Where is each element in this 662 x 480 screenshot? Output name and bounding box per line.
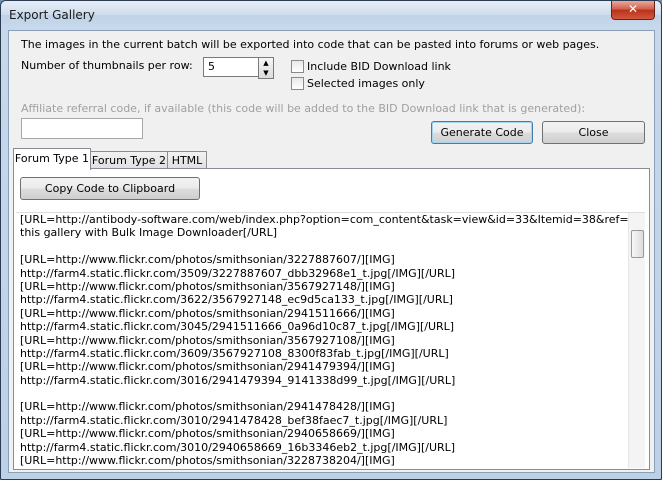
close-button[interactable]: Close <box>542 121 645 144</box>
vertical-scrollbar[interactable] <box>628 213 645 468</box>
tab-html[interactable]: HTML <box>167 151 207 169</box>
thumbnails-value: 5 <box>208 60 215 73</box>
include-bid-checkbox[interactable] <box>291 60 304 73</box>
spin-up-icon[interactable]: ▲ <box>259 58 273 68</box>
code-line: [URL=http://www.flickr.com/photos/smiths… <box>20 279 395 293</box>
code-line: http://farm4.static.flickr.com/3609/3567… <box>20 346 449 360</box>
description-text: The images in the current batch will be … <box>21 38 600 51</box>
code-line: http://farm4.static.flickr.com/3622/3567… <box>20 293 453 307</box>
copy-to-clipboard-button[interactable]: Copy Code to Clipboard <box>20 177 200 200</box>
thumbnails-spinner[interactable]: ▲ ▼ <box>258 57 274 79</box>
scrollbar-thumb[interactable] <box>631 230 644 258</box>
code-output-textarea[interactable]: [URL=http://antibody-software.com/web/in… <box>16 212 645 468</box>
code-line: [URL=http://www.flickr.com/photos/smiths… <box>20 333 395 347</box>
code-line: http://farm4.static.flickr.com/3045/2941… <box>20 320 455 334</box>
title-bar[interactable]: Export Gallery ✕ <box>1 1 661 29</box>
code-line: [URL=http://www.flickr.com/photos/smiths… <box>20 427 395 441</box>
dialog-body: The images in the current batch will be … <box>8 30 655 473</box>
code-line: [URL=http://www.flickr.com/photos/smiths… <box>20 360 395 374</box>
code-line: [URL=http://antibody-software.com/web/in… <box>20 213 645 226</box>
code-line: [URL=http://www.flickr.com/photos/smiths… <box>20 253 395 267</box>
affiliate-label: Affiliate referral code, if available (t… <box>21 102 586 115</box>
tab-forum-type-2[interactable]: Forum Type 2 <box>90 151 168 169</box>
code-line: http://farm4.static.flickr.com/3016/2941… <box>20 373 456 387</box>
code-line: http://farm4.static.flickr.com/3010/2940… <box>20 440 456 454</box>
forum-type-1-panel: Copy Code to Clipboard [URL=http://antib… <box>13 168 650 470</box>
thumbnails-label: Number of thumbnails per row: <box>21 59 193 72</box>
selected-only-checkbox[interactable] <box>291 77 304 90</box>
code-line: http://farm4.static.flickr.com/3509/3227… <box>20 266 456 280</box>
window-close-button[interactable]: ✕ <box>611 1 655 20</box>
code-line: [URL=http://www.flickr.com/photos/smiths… <box>20 400 395 414</box>
code-line: this gallery with Bulk Image Downloader[… <box>20 226 278 240</box>
generate-code-button[interactable]: Generate Code <box>431 121 533 144</box>
selected-only-label[interactable]: Selected images only <box>307 77 425 90</box>
code-line: [URL=http://www.flickr.com/photos/smiths… <box>20 454 395 468</box>
spin-down-icon[interactable]: ▼ <box>259 68 273 78</box>
affiliate-code-input[interactable] <box>21 118 143 139</box>
export-gallery-window: Export Gallery ✕ The images in the curre… <box>0 0 662 480</box>
code-line: [URL=http://www.flickr.com/photos/smiths… <box>20 306 395 320</box>
thumbnails-per-row-input[interactable]: 5 <box>203 57 261 77</box>
code-line: http://farm4.static.flickr.com/3010/2941… <box>20 413 448 427</box>
include-bid-label[interactable]: Include BID Download link <box>307 60 451 73</box>
window-title: Export Gallery <box>9 8 95 22</box>
tab-forum-type-1[interactable]: Forum Type 1 <box>13 148 91 170</box>
code-lines: [URL=http://antibody-software.com/web/in… <box>20 213 645 468</box>
